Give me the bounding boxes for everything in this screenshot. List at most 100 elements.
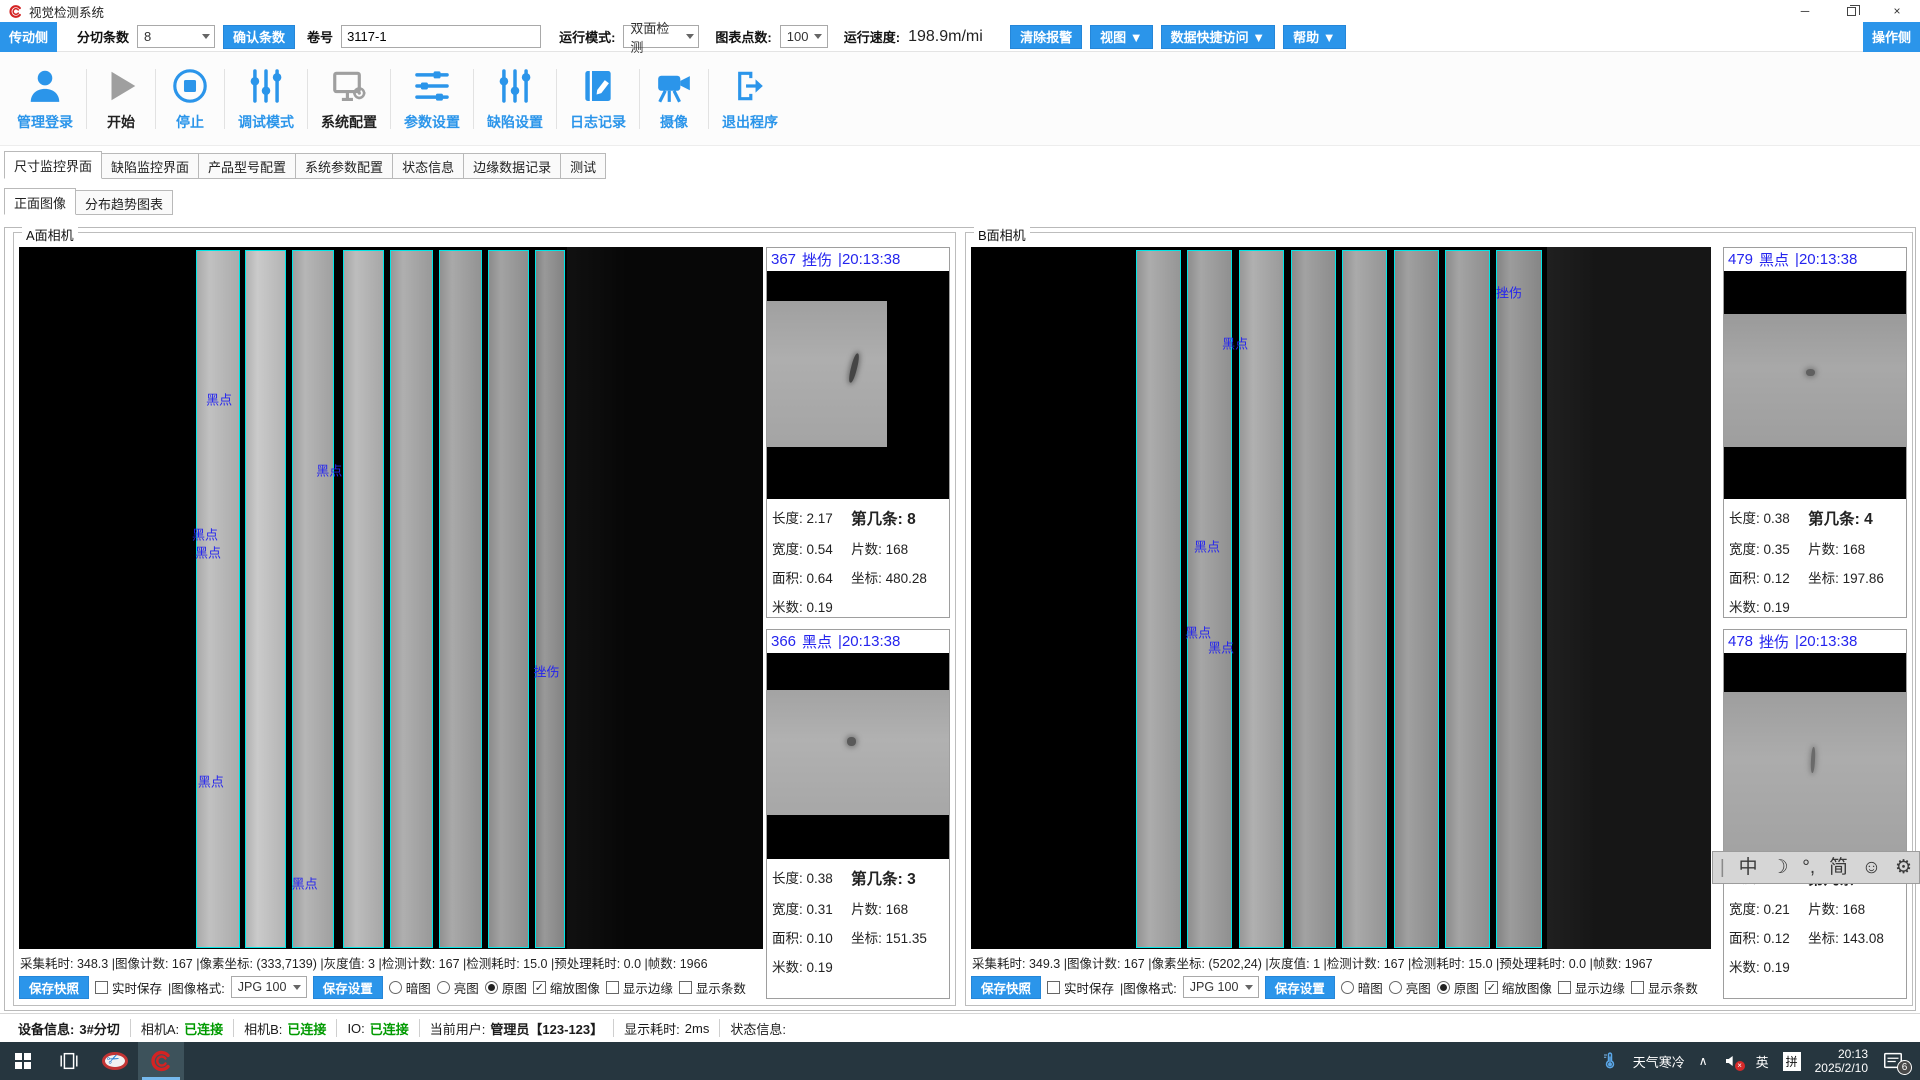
defect-card[interactable]: 367挫伤|20:13:38长度: 2.17第几条: 8宽度: 0.54片数: … <box>766 247 950 618</box>
checkbox-option-缩放图像[interactable]: ✓缩放图像 <box>1485 978 1552 997</box>
defect-thumbnail <box>767 271 949 499</box>
toolbar-item-日志记录[interactable]: 日志记录 <box>557 65 639 132</box>
defect-stat: 米数: 0.19 <box>1729 956 1808 976</box>
toolbar-item-管理登录[interactable]: 管理登录 <box>4 65 86 132</box>
defect-card[interactable]: 478挫伤|20:13:38长度: 0.57第几条: 3宽度: 0.21片数: … <box>1723 629 1907 1000</box>
save-snapshot-button[interactable]: 保存快照 <box>19 976 89 999</box>
weather-text[interactable]: 天气寒冷 <box>1633 1052 1685 1071</box>
ime-chinese-mode[interactable]: 中 <box>1739 858 1758 877</box>
main-tab-6[interactable]: 测试 <box>560 153 606 179</box>
radio-option-亮图[interactable]: 亮图 <box>437 978 479 997</box>
camera-image[interactable]: 挫伤黑点黑点黑点黑点 <box>971 247 1711 949</box>
image-format-select[interactable]: JPG 100 <box>231 976 307 998</box>
chart-points-select[interactable]: 100 <box>780 25 828 48</box>
snipping-tool-button[interactable]: ✂ <box>92 1042 138 1080</box>
sub-tab-1[interactable]: 分布趋势图表 <box>75 190 173 215</box>
defect-list: 367挫伤|20:13:38长度: 2.17第几条: 8宽度: 0.54片数: … <box>766 247 950 999</box>
checkbox-option-缩放图像[interactable]: ✓ 缩放图像 <box>533 978 600 997</box>
user-icon <box>24 65 66 107</box>
restore-button[interactable] <box>1828 0 1874 22</box>
toolbar-item-缺陷设置[interactable]: 缺陷设置 <box>474 65 556 132</box>
radio-option-暗图[interactable]: 暗图 <box>1341 978 1383 997</box>
ime-punctuation-icon[interactable]: °, <box>1802 858 1815 877</box>
defect-card[interactable]: 479黑点|20:13:38长度: 0.38第几条: 4宽度: 0.35片数: … <box>1723 247 1907 618</box>
realtime-save-option[interactable]: 实时保存 <box>1047 978 1114 997</box>
image-format-label: |图像格式: <box>168 978 225 997</box>
toolbar-item-停止[interactable]: 停止 <box>156 65 224 132</box>
image-format-select[interactable]: JPG 100 <box>1183 976 1259 998</box>
checkbox-option-显示条数[interactable]: 显示条数 <box>1631 978 1698 997</box>
camera-image[interactable]: 黑点黑点黑点黑点挫伤黑点黑点 <box>19 247 763 949</box>
clear-alarm-button[interactable]: 清除报警 <box>1010 25 1082 49</box>
defect-marker-黑点: 黑点 <box>206 389 232 408</box>
status-segment: 相机B:已连接 <box>234 1019 337 1037</box>
radio-option-亮图[interactable]: 亮图 <box>1389 978 1431 997</box>
ime-emoji-icon[interactable]: ☺ <box>1862 858 1881 877</box>
main-tab-3[interactable]: 系统参数配置 <box>295 153 393 179</box>
start-button[interactable] <box>0 1042 46 1080</box>
save-settings-button[interactable]: 保存设置 <box>313 976 383 999</box>
checkbox-option-显示边缘[interactable]: 显示边缘 <box>606 978 673 997</box>
data-access-menu-button[interactable]: 数据快捷访问 ▼ <box>1161 25 1275 49</box>
toolbar-item-开始[interactable]: 开始 <box>87 65 155 132</box>
checkbox-label: 缩放图像 <box>550 978 600 997</box>
taskbar-clock[interactable]: 20:13 2025/2/10 <box>1815 1047 1868 1075</box>
radio-option-原图[interactable]: 原图 <box>485 978 527 997</box>
main-tab-2[interactable]: 产品型号配置 <box>198 153 296 179</box>
strip-1 <box>1136 250 1181 948</box>
realtime-save-option[interactable]: 实时保存 <box>95 978 162 997</box>
defect-stat: 米数: 0.19 <box>772 596 851 616</box>
ime-settings-gear-icon[interactable]: ⚙ <box>1895 858 1912 877</box>
operator-side-tag[interactable]: 操作侧 <box>1863 22 1920 52</box>
drive-side-tag[interactable]: 传动侧 <box>0 22 57 52</box>
main-tab-5[interactable]: 边缘数据记录 <box>463 153 561 179</box>
toolbar-item-调试模式[interactable]: 调试模式 <box>225 65 307 132</box>
roll-input[interactable] <box>341 25 541 48</box>
main-tab-0[interactable]: 尺寸监控界面 <box>4 151 102 179</box>
checkbox-option-显示边缘[interactable]: 显示边缘 <box>1558 978 1625 997</box>
ime-moon-icon[interactable]: ☽ <box>1771 858 1788 877</box>
defect-stat <box>1808 956 1901 976</box>
run-mode-select[interactable]: 双面检测 <box>623 25 699 48</box>
toolbar-item-系统配置[interactable]: 系统配置 <box>308 65 390 132</box>
confirm-count-button[interactable]: 确认条数 <box>223 25 295 49</box>
slit-count-select[interactable]: 8 <box>137 25 215 48</box>
defect-stat: 面积: 0.10 <box>772 927 851 947</box>
defect-time: |20:13:38 <box>838 633 900 650</box>
chevron-down-icon <box>682 26 699 47</box>
radio-option-暗图[interactable]: 暗图 <box>389 978 431 997</box>
status-label: 显示耗时: <box>624 1019 680 1038</box>
defect-card[interactable]: 366黑点|20:13:38长度: 0.38第几条: 3宽度: 0.31片数: … <box>766 629 950 1000</box>
sub-tab-0[interactable]: 正面图像 <box>4 188 76 215</box>
checkbox-icon: ✓ <box>533 981 546 994</box>
help-menu-button[interactable]: 帮助 ▼ <box>1283 25 1345 49</box>
app-taskbar-button[interactable] <box>138 1042 184 1080</box>
ime-simplified-icon[interactable]: 简 <box>1829 858 1848 877</box>
toolbar-item-参数设置[interactable]: 参数设置 <box>391 65 473 132</box>
checkbox-option-显示条数[interactable]: 显示条数 <box>679 978 746 997</box>
volume-muted-icon[interactable]: × <box>1722 1053 1742 1069</box>
save-snapshot-button[interactable]: 保存快照 <box>971 976 1041 999</box>
journal-icon <box>577 65 619 107</box>
tray-expand-chevron[interactable]: ∧ <box>1699 1054 1708 1068</box>
radio-option-原图[interactable]: 原图 <box>1437 978 1479 997</box>
toolbar-item-退出程序[interactable]: 退出程序 <box>709 65 791 132</box>
task-view-button[interactable] <box>46 1042 92 1080</box>
strip-2 <box>245 250 286 948</box>
main-tab-4[interactable]: 状态信息 <box>392 153 464 179</box>
run-mode-label: 运行模式: <box>559 27 615 46</box>
minimize-button[interactable]: ─ <box>1782 0 1828 22</box>
close-button[interactable]: × <box>1874 0 1920 22</box>
defect-stat: 坐标: 151.35 <box>851 927 944 947</box>
checkbox-label: 显示条数 <box>1648 978 1698 997</box>
toolbar-item-label: 退出程序 <box>722 112 778 132</box>
language-indicator[interactable]: 英 <box>1756 1052 1769 1071</box>
toolbar-item-摄像[interactable]: 摄像 <box>640 65 708 132</box>
main-tab-1[interactable]: 缺陷监控界面 <box>101 153 199 179</box>
save-settings-button[interactable]: 保存设置 <box>1265 976 1335 999</box>
ime-mode-indicator[interactable]: 拼 <box>1783 1052 1801 1071</box>
image-format-value: JPG 100 <box>238 980 287 994</box>
notification-center-button[interactable]: 6 <box>1882 1050 1906 1072</box>
defect-stat: 第几条: 4 <box>1808 507 1901 529</box>
view-menu-button[interactable]: 视图 ▼ <box>1090 25 1152 49</box>
